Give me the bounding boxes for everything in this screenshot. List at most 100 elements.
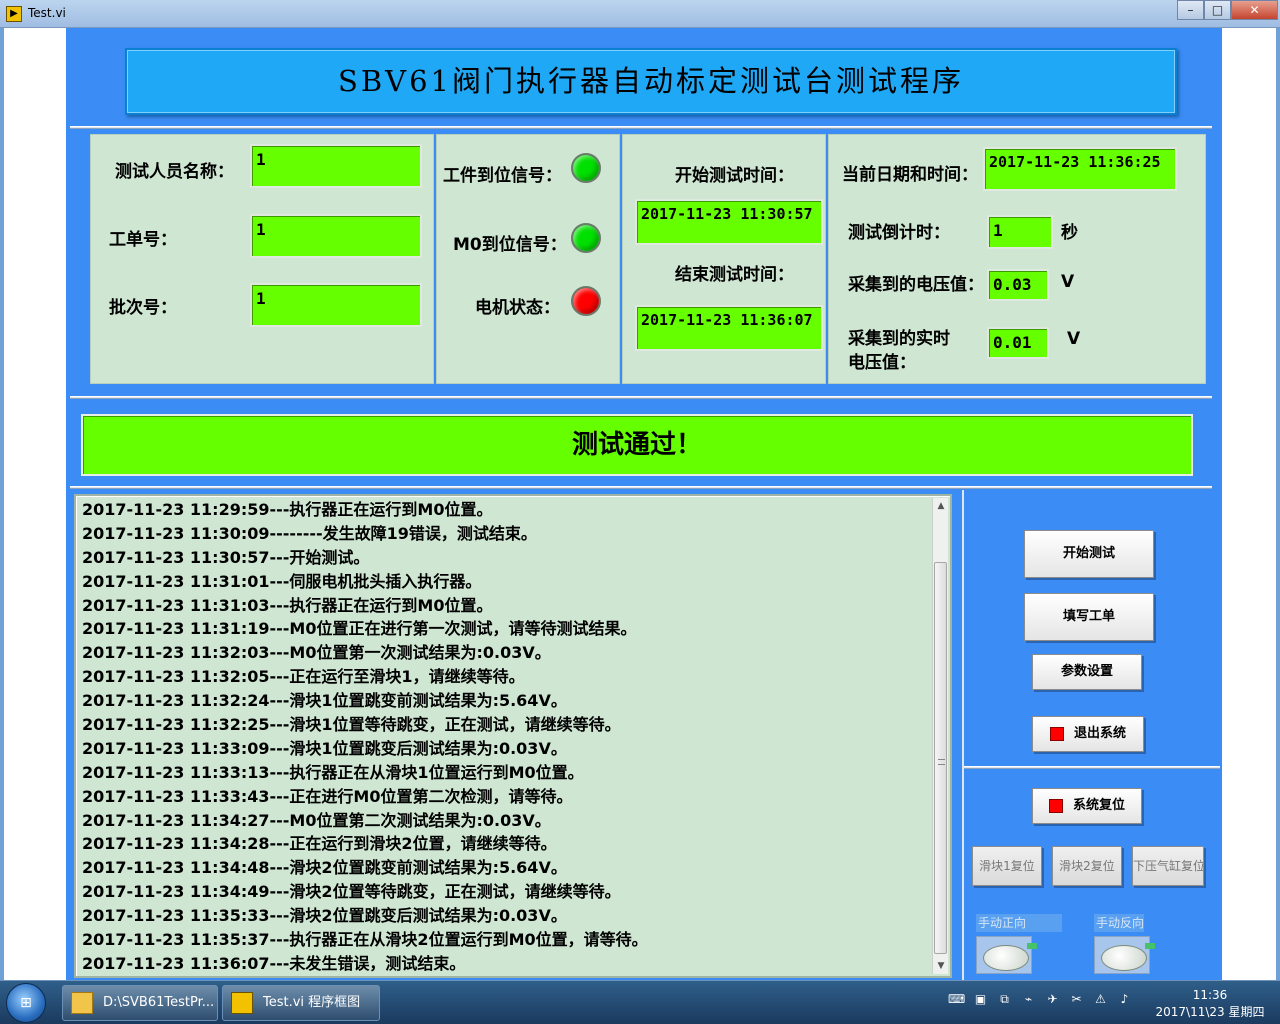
toggle-flag-icon [1145, 943, 1155, 949]
manual-reverse-toggle[interactable] [1094, 936, 1155, 974]
motor-status-label: 电机状态： [475, 298, 560, 318]
realtime-voltage-unit: V [1067, 329, 1081, 349]
system-reset-button[interactable]: 系统复位 [1032, 788, 1142, 824]
network-icon[interactable]: ⧉ [996, 991, 1013, 1008]
security-icon[interactable]: ✈ [1044, 991, 1061, 1008]
monitor-icon[interactable]: ▣ [972, 991, 989, 1008]
current-datetime-field: 2017-11-23 11:36:25 [983, 147, 1177, 191]
scroll-up-arrow-icon[interactable]: ▲ [933, 498, 949, 514]
workpiece-signal-label: 工件到位信号： [443, 166, 562, 186]
page-title: SBV61阀门执行器自动标定测试台测试程序 [337, 64, 965, 98]
taskbar: ⊞ D:\SVB61TestPr... Test.vi 程序框图 ⌨ ▣ ⧉ ⌁… [0, 980, 1280, 1024]
divider-middle [70, 396, 1212, 399]
order-number-field[interactable]: 1 [250, 214, 422, 258]
taskbar-folder-label: D:\SVB61TestPr... [103, 995, 215, 1010]
parameter-settings-button[interactable]: 参数设置 [1032, 654, 1142, 690]
windows-logo-icon: ⊞ [20, 995, 32, 1011]
test-result-text: 测试通过！ [571, 430, 702, 460]
log-entry: 2017-11-23 11:33:13---执行器正在从滑块1位置运行到M0位置… [82, 762, 584, 782]
folder-icon [71, 992, 93, 1014]
log-entry: 2017-11-23 11:34:48---滑块2位置跳变前测试结果为:5.64… [82, 858, 567, 878]
countdown-label: 测试倒计时： [848, 223, 950, 243]
keyboard-icon[interactable]: ⌨ [948, 991, 965, 1008]
log-entry: 2017-11-23 11:30:09--------发生故障19错误，测试结束… [82, 523, 537, 543]
batch-number-field[interactable]: 1 [250, 283, 422, 327]
order-number-label: 工单号： [109, 230, 177, 250]
voltage-field: 0.03 [987, 269, 1049, 301]
end-time-label: 结束测试时间： [675, 265, 794, 285]
voltage-label: 采集到的电压值： [848, 275, 984, 295]
taskbar-item-vi[interactable]: Test.vi 程序框图 [222, 985, 380, 1021]
start-time-field: 2017-11-23 11:30:57 [635, 199, 823, 245]
motor-status-led [571, 286, 601, 316]
test-time-box: 开始测试时间： 2017-11-23 11:30:57 结束测试时间： 2017… [622, 134, 826, 384]
close-button[interactable]: ✕ [1231, 0, 1278, 20]
usb-icon[interactable]: ⌁ [1020, 991, 1037, 1008]
scroll-down-arrow-icon[interactable]: ▼ [933, 958, 949, 974]
log-entry: 2017-11-23 11:32:25---滑块1位置等待跳变，正在测试，请继续… [82, 715, 621, 735]
toggle-flag-icon [1027, 943, 1037, 949]
manual-forward-toggle[interactable] [976, 936, 1037, 974]
realtime-voltage-field: 0.01 [987, 327, 1049, 359]
test-log[interactable]: 2017-11-23 11:29:59---执行器正在运行到M0位置。 2017-… [74, 494, 952, 978]
scroll-thumb[interactable] [934, 562, 947, 954]
start-button[interactable]: ⊞ [6, 983, 46, 1023]
log-entry: 2017-11-23 11:33:09---滑块1位置跳变后测试结果为:0.03… [82, 738, 567, 758]
log-entry: 2017-11-23 11:33:43---正在进行M0位置第二次检测，请等待。 [82, 786, 573, 806]
log-entry: 2017-11-23 11:34:27---M0位置第二次测试结果为:0.03V… [82, 810, 551, 830]
divider-bottom [70, 486, 1212, 489]
operator-info-box: 测试人员名称： 1 工单号： 1 批次号： 1 [90, 134, 434, 384]
countdown-unit: 秒 [1061, 223, 1078, 243]
end-time-field: 2017-11-23 11:36:07 [635, 305, 823, 351]
realtime-voltage-label-line2: 电压值： [848, 353, 916, 373]
slider2-reset-button[interactable]: 滑块2复位 [1052, 846, 1122, 886]
exit-system-button[interactable]: 退出系统 [1032, 716, 1144, 752]
labview-icon [231, 992, 253, 1014]
window-title: Test.vi [28, 6, 66, 20]
m0-signal-label: M0到位信号： [453, 235, 567, 255]
operator-name-label: 测试人员名称： [115, 162, 234, 182]
tools-icon[interactable]: ✂ [1068, 991, 1085, 1008]
window-titlebar: ▶ Test.vi – □ ✕ [0, 0, 1280, 28]
manual-reverse-label: 手动反向 [1094, 914, 1145, 932]
log-entry: 2017-11-23 11:35:37---执行器正在从滑块2位置运行到M0位置… [82, 930, 648, 950]
clock-time: 11:36 [1192, 988, 1228, 1002]
log-entry: 2017-11-23 11:31:19---M0位置正在进行第一次测试，请等待测… [82, 619, 637, 639]
cylinder-reset-button[interactable]: 下压气缸复位 [1132, 846, 1204, 886]
log-scrollbar[interactable]: ▲ ▼ [932, 498, 948, 974]
log-entry: 2017-11-23 11:30:57---开始测试。 [82, 547, 370, 567]
operator-name-field[interactable]: 1 [250, 144, 422, 188]
fill-order-button[interactable]: 填写工单 [1024, 593, 1154, 641]
volume-icon[interactable]: ♪ [1116, 991, 1133, 1008]
voltage-unit: V [1061, 272, 1075, 292]
exit-system-label: 退出系统 [1073, 726, 1126, 741]
warning-icon[interactable]: ⚠ [1092, 991, 1109, 1008]
divider-controls [964, 766, 1220, 769]
toggle-knob-icon [1101, 945, 1147, 971]
labview-vi-icon: ▶ [6, 6, 22, 22]
start-test-button[interactable]: 开始测试 [1024, 530, 1154, 578]
slider1-reset-button[interactable]: 滑块1复位 [972, 846, 1042, 886]
toggle-knob-icon [983, 945, 1029, 971]
log-entry: 2017-11-23 11:34:28---正在运行到滑块2位置，请继续等待。 [82, 834, 557, 854]
log-entry: 2017-11-23 11:35:33---滑块2位置跳变后测试结果为:0.03… [82, 906, 567, 926]
maximize-button[interactable]: □ [1204, 0, 1231, 20]
system-tray: ⌨ ▣ ⧉ ⌁ ✈ ✂ ⚠ ♪ [948, 991, 1133, 1015]
taskbar-clock[interactable]: 11:36 2017\11\23 星期四 [1150, 987, 1270, 1021]
start-time-label: 开始测试时间： [675, 166, 794, 186]
batch-number-label: 批次号： [109, 298, 177, 318]
divider-top [70, 126, 1212, 129]
log-list: 2017-11-23 11:29:59---执行器正在运行到M0位置。 2017-… [82, 498, 922, 976]
log-entry: 2017-11-23 11:32:05---正在运行至滑块1，请继续等待。 [82, 667, 525, 687]
workpiece-signal-led [571, 153, 601, 183]
stop-square-icon [1049, 726, 1064, 741]
log-entry: 2017-11-23 11:31:03---执行器正在运行到M0位置。 [82, 595, 493, 615]
taskbar-item-folder[interactable]: D:\SVB61TestPr... [62, 985, 218, 1021]
signals-box: 工件到位信号： M0到位信号： 电机状态： [436, 134, 620, 384]
m0-signal-led [571, 223, 601, 253]
app-header: SBV61阀门执行器自动标定测试台测试程序 [125, 48, 1177, 115]
system-reset-label: 系统复位 [1072, 798, 1125, 813]
countdown-field: 1 [987, 215, 1053, 249]
minimize-button[interactable]: – [1177, 0, 1204, 20]
scroll-grip-icon [938, 759, 945, 765]
